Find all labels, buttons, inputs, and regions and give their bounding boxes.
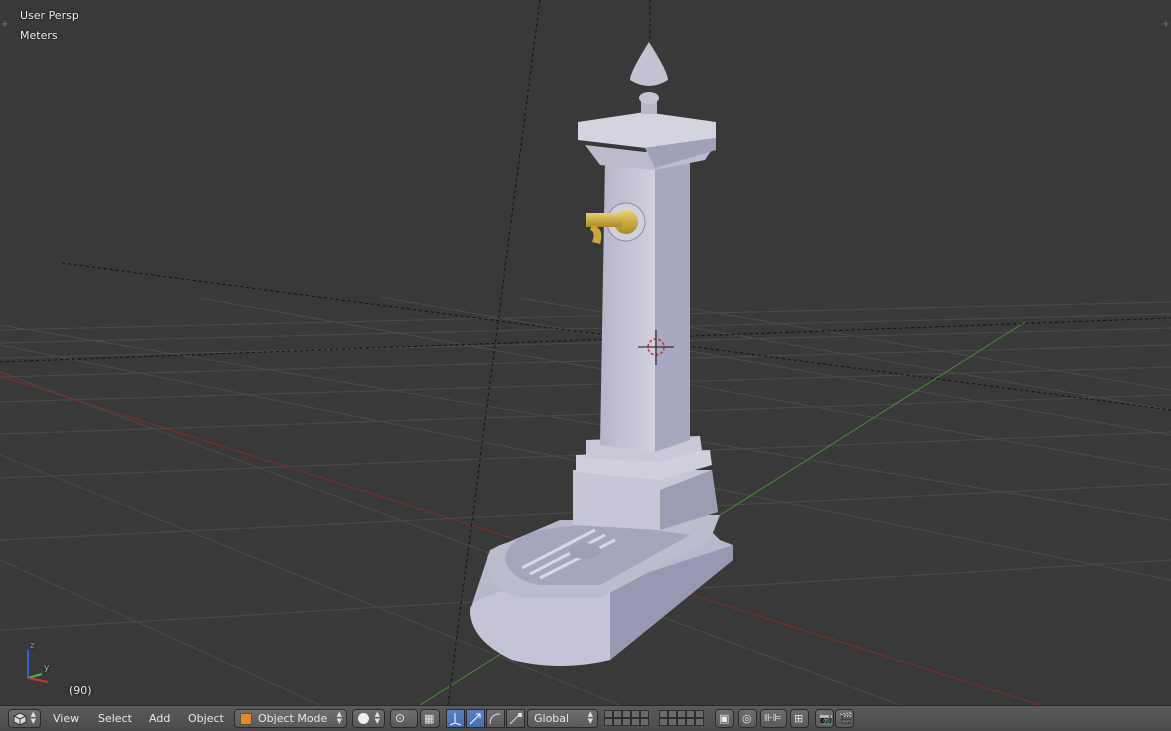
lock-layers-button[interactable]: ▣ — [715, 709, 734, 728]
rotate-icon — [489, 713, 501, 725]
units-label: Meters — [20, 29, 58, 42]
orientation-label: Global — [534, 712, 570, 725]
viewport-header: ▲ ▼ View Select Add Object Object Mode ▲ ▼… — [0, 705, 1171, 731]
axis-y-label: y — [44, 663, 50, 673]
fountain-model — [470, 42, 733, 666]
region-expand-left-icon[interactable]: + — [0, 20, 10, 30]
dropdown-arrows-icon: ▲ ▼ — [374, 710, 380, 725]
scale-toggle[interactable] — [506, 709, 525, 728]
layer-grid-1[interactable] — [604, 710, 654, 727]
layer-grid-2[interactable] — [659, 710, 709, 727]
translate-toggle[interactable] — [466, 709, 485, 728]
render-camera-icon: 📷 — [819, 712, 833, 725]
3d-viewport[interactable]: + + User Persp Meters (90) z y — [0, 0, 1171, 705]
render-image-button[interactable]: 📷 — [815, 709, 834, 728]
render-animation-icon: 🎬 — [839, 712, 853, 725]
pivot-point-selector[interactable]: ⊙ — [390, 709, 418, 728]
region-expand-right-icon[interactable]: + — [1161, 20, 1171, 30]
snap-button[interactable]: ⊪⊫ — [760, 709, 787, 728]
render-animation-button[interactable]: 🎬 — [835, 709, 854, 728]
sphere-solid-icon — [358, 713, 369, 724]
viewport-shading-selector[interactable]: ▲ ▼ — [352, 709, 385, 728]
menu-object[interactable]: Object — [188, 712, 224, 725]
transform-orientation-selector[interactable]: Global ▲ ▼ — [527, 709, 598, 728]
dropdown-arrows-icon: ▲ ▼ — [30, 710, 36, 725]
pivot-point-icon: ⊙ — [395, 711, 406, 725]
menu-view[interactable]: View — [53, 712, 79, 725]
mode-label: Object Mode — [258, 712, 328, 725]
menu-select[interactable]: Select — [98, 712, 132, 725]
translate-icon — [469, 713, 481, 725]
dropdown-arrows-icon: ▲ ▼ — [587, 710, 593, 725]
object-mode-icon — [240, 713, 252, 725]
rotate-toggle[interactable] — [486, 709, 505, 728]
menu-add[interactable]: Add — [149, 712, 170, 725]
proportional-edit-icon: ◎ — [742, 712, 752, 725]
axis-z-label: z — [30, 641, 35, 651]
snap-icon: ⊪⊫ — [764, 713, 782, 724]
manipulator-icon — [449, 713, 462, 726]
layer-object-toggle[interactable]: ▦ — [420, 709, 440, 728]
manipulator-toggle[interactable] — [446, 709, 465, 728]
lock-layers-icon: ▣ — [719, 712, 730, 725]
snap-target-button[interactable]: ⊞ — [790, 709, 809, 728]
dropdown-arrows-icon: ▲ ▼ — [336, 710, 342, 725]
current-frame-label: (90) — [69, 684, 92, 697]
mode-selector[interactable]: Object Mode ▲ ▼ — [234, 709, 347, 728]
scale-icon — [509, 713, 522, 725]
object-origin-icon: ▦ — [424, 712, 435, 725]
proportional-edit-button[interactable]: ◎ — [738, 709, 757, 728]
scene-canvas[interactable] — [0, 0, 1171, 705]
snap-target-icon: ⊞ — [794, 712, 804, 725]
view-name-label: User Persp — [20, 9, 79, 22]
cube-editor-icon — [13, 712, 27, 726]
editor-type-selector[interactable]: ▲ ▼ — [8, 709, 41, 728]
